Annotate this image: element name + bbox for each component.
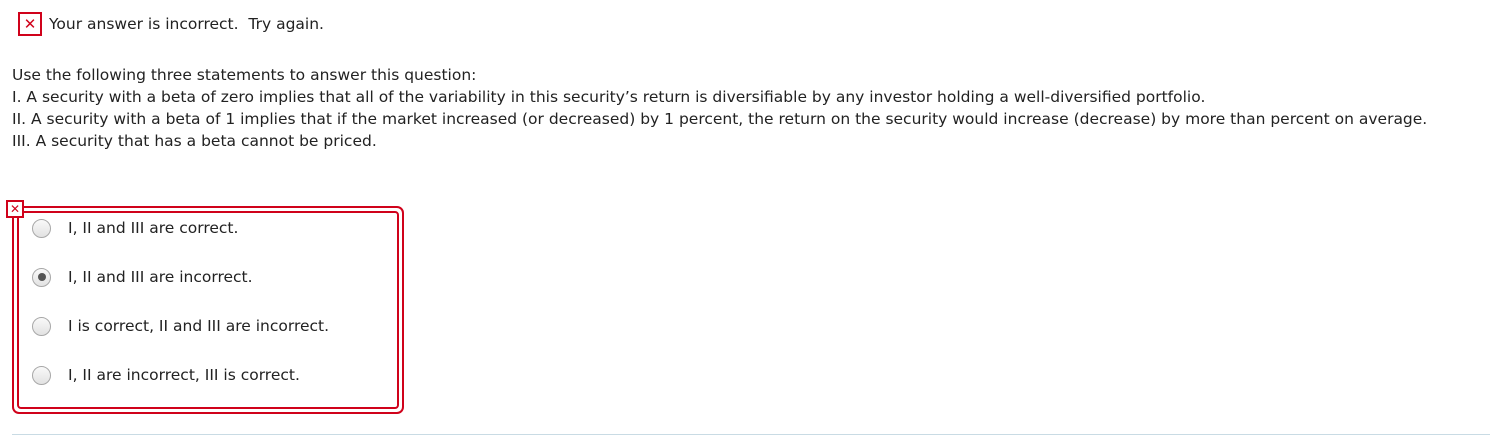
answer-option-2[interactable]: I, II and III are incorrect. <box>32 266 253 288</box>
answer-option-3[interactable]: I is correct, II and III are incorrect. <box>32 315 329 337</box>
incorrect-marker-icon: ✕ <box>6 200 24 218</box>
section-divider <box>12 434 1490 435</box>
radio-button-selected[interactable] <box>32 267 51 287</box>
close-icon: ✕ <box>18 12 42 36</box>
answer-option-1[interactable]: I, II and III are correct. <box>32 217 238 239</box>
feedback-message: Your answer is incorrect. Try again. <box>49 15 324 33</box>
radio-button[interactable] <box>32 218 51 238</box>
question-intro: Use the following three statements to an… <box>12 66 477 84</box>
answer-option-label: I is correct, II and III are incorrect. <box>68 317 330 335</box>
radio-button[interactable] <box>32 365 51 385</box>
question-text: Use the following three statements to an… <box>12 64 1490 152</box>
answer-option-4[interactable]: I, II are incorrect, III is correct. <box>32 364 300 386</box>
feedback-banner: ✕ Your answer is incorrect. Try again. <box>18 12 324 36</box>
statement-2: II. A security with a beta of 1 implies … <box>12 110 1428 128</box>
radio-button[interactable] <box>32 316 51 336</box>
statement-1: I. A security with a beta of zero implie… <box>12 88 1206 106</box>
answer-option-label: I, II are incorrect, III is correct. <box>68 366 300 384</box>
answer-option-label: I, II and III are incorrect. <box>68 268 253 286</box>
answer-option-label: I, II and III are correct. <box>68 219 239 237</box>
statement-3: III. A security that has a beta cannot b… <box>12 132 377 150</box>
